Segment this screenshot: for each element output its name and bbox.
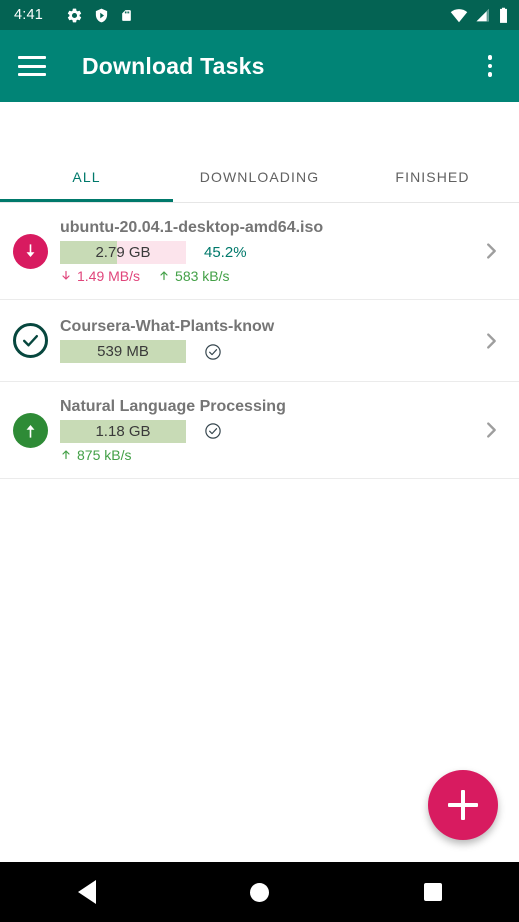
task-meta: 1.18 GB: [60, 419, 479, 443]
tab-active-indicator: [0, 199, 173, 202]
upload-speed-value: 875 kB/s: [77, 446, 132, 463]
progress-bar: 539 MB: [60, 340, 186, 363]
task-size: 2.79 GB: [95, 243, 151, 261]
download-arrow-circle-icon[interactable]: [12, 233, 48, 269]
task-info: Coursera-What-Plants-know 539 MB: [60, 318, 479, 363]
status-bar-left: 4:41: [14, 7, 450, 24]
table-row[interactable]: ubuntu-20.04.1-desktop-amd64.iso 2.79 GB…: [0, 203, 519, 300]
table-row[interactable]: Natural Language Processing 1.18 GB 875 …: [0, 382, 519, 479]
recents-square-icon[interactable]: [403, 868, 463, 916]
android-navigation-bar: [0, 862, 519, 922]
task-status-icon-wrap: [0, 412, 60, 448]
status-bar-clock: 4:41: [14, 7, 44, 23]
download-speed-value: 1.49 MB/s: [77, 267, 141, 284]
task-speeds: 875 kB/s: [60, 447, 479, 463]
chevron-right-icon[interactable]: [479, 326, 503, 356]
task-complete-check-icon: [204, 343, 222, 361]
overflow-menu-icon[interactable]: [477, 53, 503, 79]
app-bar: Download Tasks: [0, 30, 519, 102]
add-task-fab[interactable]: [428, 770, 498, 840]
cell-signal-icon: [476, 8, 489, 21]
task-info: ubuntu-20.04.1-desktop-amd64.iso 2.79 GB…: [60, 219, 479, 284]
tab-downloading[interactable]: DOWNLOADING: [173, 152, 346, 202]
hamburger-menu-icon[interactable]: [18, 56, 46, 76]
task-name: Coursera-What-Plants-know: [60, 318, 275, 335]
gear-icon: [67, 8, 82, 22]
wifi-icon: [450, 8, 468, 22]
arrow-up-icon: [160, 271, 168, 281]
chevron-right-icon[interactable]: [479, 236, 503, 266]
upload-speed: 875 kB/s: [60, 447, 131, 463]
tab-bar: ALL DOWNLOADING FINISHED: [0, 152, 519, 203]
status-bar-right: [450, 7, 509, 24]
check-circle-outline-icon[interactable]: [12, 323, 48, 358]
task-meta: 2.79 GB 45.2%: [60, 240, 479, 264]
task-info: Natural Language Processing 1.18 GB 875 …: [60, 398, 479, 463]
upload-speed-value: 583 kB/s: [175, 267, 230, 284]
task-name: Natural Language Processing: [60, 397, 286, 415]
task-size: 1.18 GB: [95, 422, 151, 440]
task-meta: 539 MB: [60, 340, 479, 363]
upload-arrow-circle-icon[interactable]: [12, 412, 48, 448]
chevron-right-icon[interactable]: [479, 415, 503, 445]
task-name: ubuntu-20.04.1-desktop-amd64.iso: [60, 218, 324, 236]
tab-finished[interactable]: FINISHED: [346, 152, 519, 202]
shield-play-icon: [95, 8, 108, 22]
page-title: Download Tasks: [82, 52, 265, 79]
battery-icon: [500, 7, 507, 23]
task-status-icon-wrap: [0, 323, 60, 358]
task-size: 539 MB: [97, 343, 149, 360]
task-status-icon-wrap: [0, 233, 60, 269]
download-speed: 1.49 MB/s: [60, 268, 140, 284]
task-percent: 45.2%: [204, 243, 247, 261]
status-bar: 4:41: [0, 0, 519, 30]
task-list: ubuntu-20.04.1-desktop-amd64.iso 2.79 GB…: [0, 203, 519, 479]
arrow-up-icon: [62, 450, 70, 460]
back-triangle-icon[interactable]: [57, 868, 117, 916]
task-complete-check-icon: [204, 422, 222, 440]
arrow-down-icon: [62, 270, 70, 280]
content-area: ALL DOWNLOADING FINISHED ubuntu-20.04.1-…: [0, 152, 519, 862]
progress-bar: 1.18 GB: [60, 419, 186, 443]
table-row[interactable]: Coursera-What-Plants-know 539 MB: [0, 300, 519, 382]
task-speeds: 1.49 MB/s 583 kB/s: [60, 268, 479, 284]
progress-bar: 2.79 GB: [60, 240, 186, 264]
home-circle-icon[interactable]: [230, 868, 290, 916]
tab-all[interactable]: ALL: [0, 152, 173, 202]
upload-speed: 583 kB/s: [158, 267, 230, 284]
sd-card-icon: [122, 9, 131, 21]
add-plus-icon-vertical: [461, 790, 465, 820]
